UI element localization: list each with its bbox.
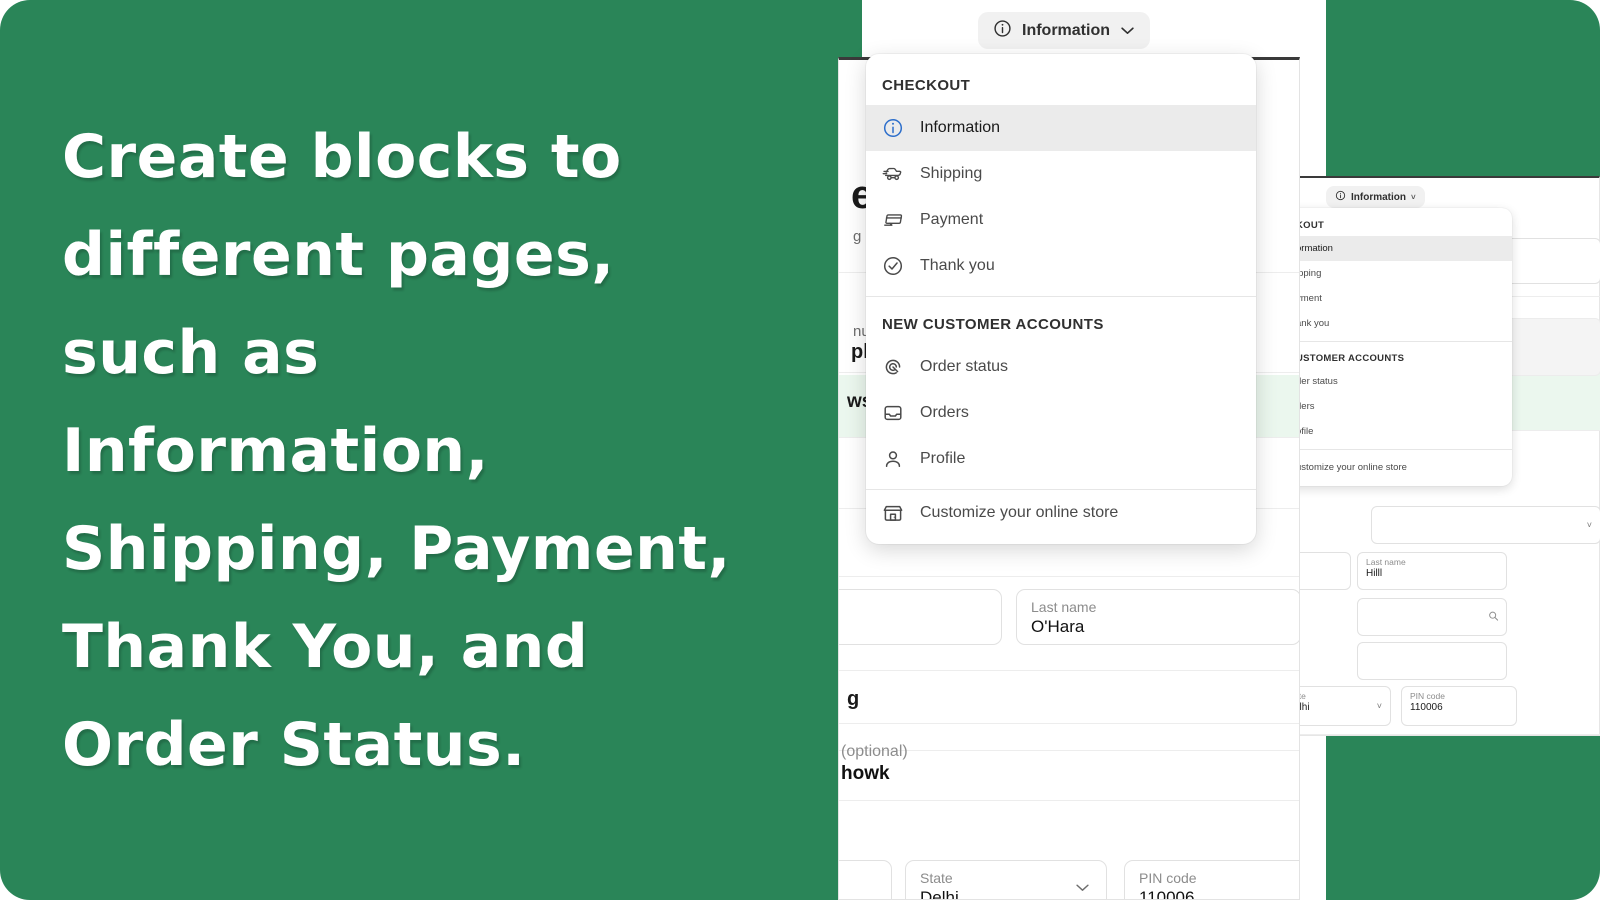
menu-section-checkout-title: CHECKOUT [882,77,971,94]
brand-green-corner-top-right [1326,0,1600,181]
mini-section-title: USTOMER ACCOUNTS [1296,353,1405,364]
mini-field-box[interactable] [1357,642,1507,680]
chevron-down-icon [1075,879,1090,897]
mini-pin-label: PIN code [1410,691,1445,701]
mini-menu-item-information[interactable]: ormation [1274,236,1512,261]
mini-menu-item-shipping[interactable]: ipping [1274,261,1512,286]
chevron-down-icon: ˅ [1586,520,1592,530]
order-status-icon [882,356,904,378]
check-circle-icon [882,255,904,277]
card-divider [839,800,1299,801]
menu-item-label: Orders [920,404,969,421]
menu-item-label: Order status [920,358,1009,375]
menu-item-orders[interactable]: Orders [866,390,1256,436]
mini-menu-item-customize-store[interactable]: ustomize your online store [1274,455,1512,480]
card-divider [839,750,1299,751]
mini-trigger-label: Information [1351,191,1406,203]
mini-menu-item-thank-you[interactable]: ank you [1274,311,1512,336]
mini-menu-item-profile[interactable]: ofile [1274,419,1512,444]
menu-section-accounts-title: NEW CUSTOMER ACCOUNTS [882,316,1104,333]
info-circle-icon [882,117,904,139]
city-field[interactable] [839,860,892,899]
promo-screenshot: Create blocks to different pages, such a… [0,0,1600,900]
pin-code-label: PIN code [1139,870,1197,886]
menu-item-shipping[interactable]: Shipping [866,151,1256,197]
first-name-field[interactable] [839,589,1002,645]
pin-code-value: 110006 [1139,888,1195,900]
mini-state-label: ate [1286,687,1390,701]
info-circle-icon [993,19,1012,43]
trigger-label: Information [1022,21,1110,39]
apartment-value: howk [841,763,890,784]
last-name-value: O'Hara [1031,617,1085,636]
apartment-label: (optional) [841,743,908,760]
mini-state-select[interactable]: ate elhi ˅ [1285,686,1391,726]
mini-menu-item-payment[interactable]: yment [1274,286,1512,311]
menu-item-profile[interactable]: Profile [866,436,1256,482]
menu-item-order-status[interactable]: Order status [866,344,1256,390]
menu-item-label: Customize your online store [920,504,1119,521]
information-page-selector-button[interactable]: Information [978,12,1150,49]
mini-last-name-field[interactable]: Last name Hilll [1357,552,1507,590]
mini-last-name-label: Last name [1366,557,1406,567]
menu-item-label: Information [920,119,1001,136]
checkout-text-fragment: g [847,688,860,710]
mini-last-name-value: Hilll [1366,568,1383,579]
menu-item-thank-you[interactable]: Thank you [866,243,1256,289]
promo-headline: Create blocks to different pages, such a… [62,122,731,780]
card-divider [839,723,1299,724]
search-icon [1488,611,1499,624]
mini-menu-divider [1274,341,1512,342]
mini-menu-item-order-status[interactable]: der status [1274,369,1512,394]
mini-menu-divider [1274,449,1512,450]
menu-item-payment[interactable]: Payment [866,197,1256,243]
chevron-down-icon: ˅ [1376,701,1382,711]
info-circle-icon [1335,190,1346,204]
checkout-subtext-fragment: g [853,228,862,245]
mini-select-box[interactable]: ˅ [1371,506,1600,544]
mini-dropdown-menu: KOUT ormation ipping yment ank you USTOM… [1274,208,1512,486]
mini-menu-item-orders[interactable]: ders [1274,394,1512,419]
last-name-field[interactable]: Last name O'Hara [1016,589,1299,645]
menu-item-information[interactable]: Information [866,105,1256,151]
card-divider [839,576,1299,577]
menu-item-label: Payment [920,211,984,228]
menu-item-customize-online-store[interactable]: Customize your online store [866,490,1256,536]
mini-pin-field[interactable]: PIN code 110006 [1401,686,1517,726]
credit-card-icon [882,209,904,231]
state-select[interactable]: State Delhi [905,860,1107,899]
last-name-label: Last name [1031,599,1097,615]
mini-divider [1275,734,1600,735]
menu-item-label: Thank you [920,257,995,274]
mini-section-title: KOUT [1296,220,1325,231]
person-icon [882,448,904,470]
pin-code-field[interactable]: PIN code 110006 [1124,860,1299,900]
mini-search-field[interactable] [1357,598,1507,636]
page-selector-dropdown: CHECKOUT Information Shipping Payment Th… [866,54,1256,544]
brand-green-corner-bottom-right [1326,731,1600,900]
mini-information-trigger[interactable]: Information ˅ [1326,186,1425,208]
mini-pin-value: 110006 [1410,702,1443,713]
menu-item-label: Shipping [920,165,983,182]
card-divider [839,670,1299,671]
mini-preview-panel: ˅ Last name Hilll ate elhi ˅ [1274,176,1600,736]
mini-state-value: elhi [1294,702,1310,713]
storefront-icon [882,502,904,524]
menu-item-label: Profile [920,450,966,467]
chevron-down-icon [1120,22,1135,40]
delivery-truck-icon [882,163,904,185]
inbox-icon [882,402,904,424]
chevron-down-icon: ˅ [1411,192,1416,202]
